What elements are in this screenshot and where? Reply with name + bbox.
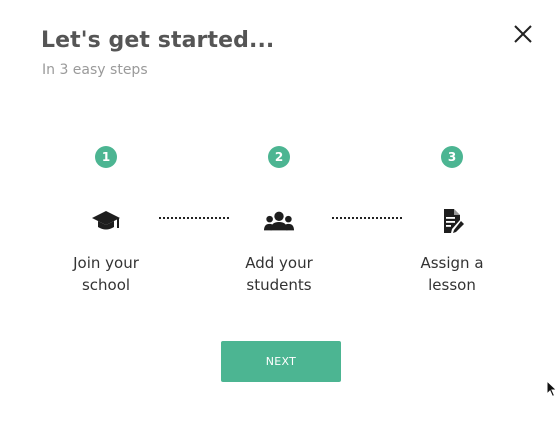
step-number-badge: 3 [441, 146, 463, 168]
users-group-icon [264, 211, 294, 231]
document-edit-icon [444, 209, 464, 233]
next-button[interactable]: NEXT [221, 341, 341, 382]
step-label: Add your students [245, 254, 313, 294]
step-number-badge: 2 [268, 146, 290, 168]
step-label: Assign a lesson [420, 254, 484, 294]
page-subtitle: In 3 easy steps [42, 62, 148, 78]
step-add-students: 2 Add your students [209, 146, 349, 296]
step-assign-lesson: 3 Assign a lesson [382, 146, 522, 296]
step-join-school: 1 Join your school [36, 146, 176, 296]
step-number-badge: 1 [95, 146, 117, 168]
close-icon[interactable] [512, 23, 534, 45]
step-label: Join your school [73, 254, 139, 294]
school-cap-icon [92, 211, 120, 230]
onboarding-modal: Let's get started... In 3 easy steps 1 J… [0, 0, 560, 436]
page-title: Let's get started... [41, 28, 275, 53]
mouse-cursor-icon [546, 380, 558, 398]
